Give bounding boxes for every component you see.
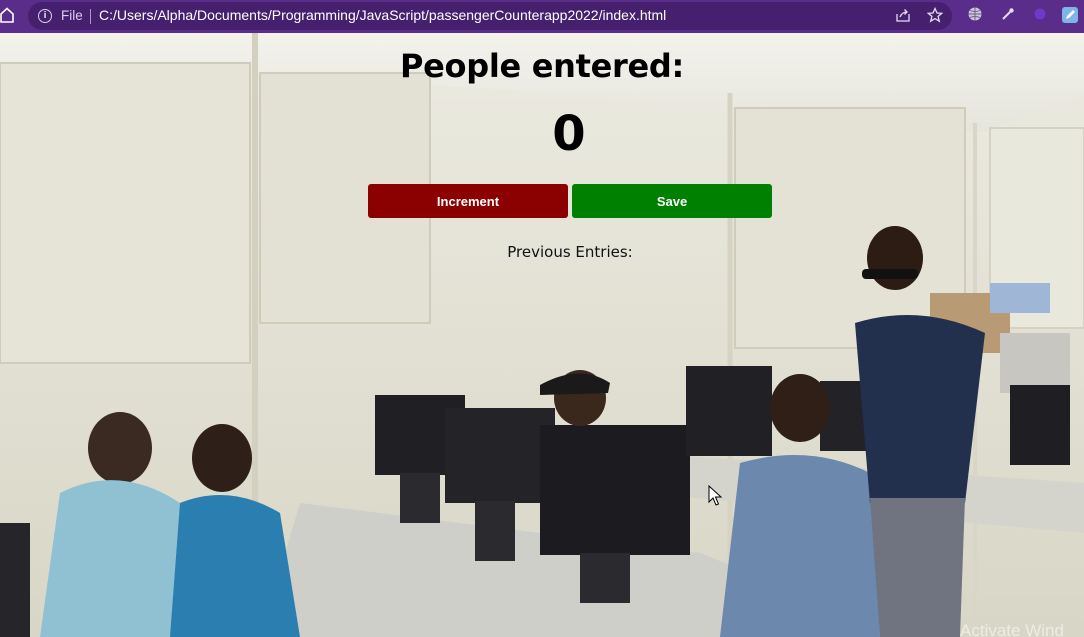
extension-icon[interactable]	[1031, 6, 1049, 24]
count-display: 0	[552, 106, 586, 162]
address-bar[interactable]: i File C:/Users/Alpha/Documents/Programm…	[28, 2, 952, 30]
file-label: File	[61, 8, 83, 23]
eyedropper-icon[interactable]	[999, 6, 1017, 24]
share-icon[interactable]	[894, 7, 912, 25]
save-button[interactable]: Save	[572, 184, 772, 218]
star-icon[interactable]	[926, 6, 944, 25]
globe-icon[interactable]	[966, 6, 984, 24]
page-title: People entered:	[399, 47, 685, 85]
page-body: People entered: 0 Increment Save Previou…	[0, 33, 1084, 637]
previous-entries-label: Previous Entries:	[507, 243, 633, 261]
url-text[interactable]: C:/Users/Alpha/Documents/Programming/Jav…	[99, 7, 666, 23]
home-icon[interactable]	[0, 7, 16, 25]
edit-icon[interactable]	[1061, 6, 1079, 24]
info-icon[interactable]: i	[38, 9, 52, 23]
divider	[90, 9, 91, 24]
browser-toolbar: i File C:/Users/Alpha/Documents/Programm…	[0, 0, 1084, 33]
activation-watermark: Activate Wind	[960, 621, 1064, 637]
increment-button[interactable]: Increment	[368, 184, 568, 218]
mouse-cursor-icon	[708, 485, 722, 506]
